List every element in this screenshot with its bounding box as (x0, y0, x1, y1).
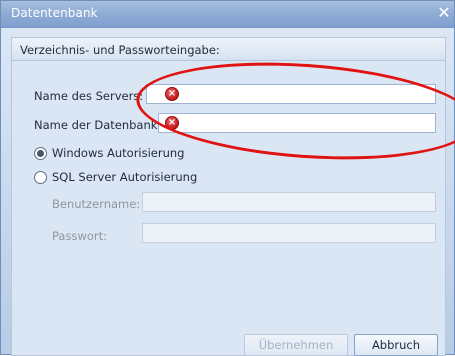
password-label: Passwort: (52, 229, 108, 243)
title-bar[interactable]: Datentenbank ✕ (1, 1, 454, 28)
username-label: Benutzername: (52, 197, 141, 211)
password-field[interactable] (142, 223, 436, 243)
cancel-button[interactable]: Abbruch (354, 334, 438, 356)
group-header: Verzeichnis- und Passworteingabe: (12, 38, 445, 61)
group-title: Verzeichnis- und Passworteingabe: (20, 43, 220, 57)
radio-selected-dot (37, 150, 44, 157)
sql-auth-radio[interactable] (34, 171, 47, 184)
server-name-field[interactable]: × (146, 84, 436, 104)
windows-auth-radio[interactable] (34, 147, 47, 160)
window-title: Datentenbank (11, 6, 98, 20)
apply-button[interactable]: Übernehmen (244, 334, 348, 356)
dialog-window: Datentenbank ✕ Verzeichnis- und Passwort… (0, 0, 455, 356)
sql-auth-label[interactable]: SQL Server Autorisierung (52, 170, 197, 184)
windows-auth-label[interactable]: Windows Autorisierung (52, 146, 184, 160)
database-name-label: Name der Datenbank: (34, 118, 162, 132)
settings-group: Verzeichnis- und Passworteingabe: Name d… (11, 37, 446, 356)
server-name-label: Name des Servers: (34, 89, 144, 103)
error-icon: × (165, 116, 179, 130)
database-name-field[interactable]: × (158, 113, 436, 133)
error-icon: × (165, 87, 179, 101)
close-icon[interactable]: ✕ (436, 5, 452, 21)
username-field[interactable] (142, 192, 436, 212)
